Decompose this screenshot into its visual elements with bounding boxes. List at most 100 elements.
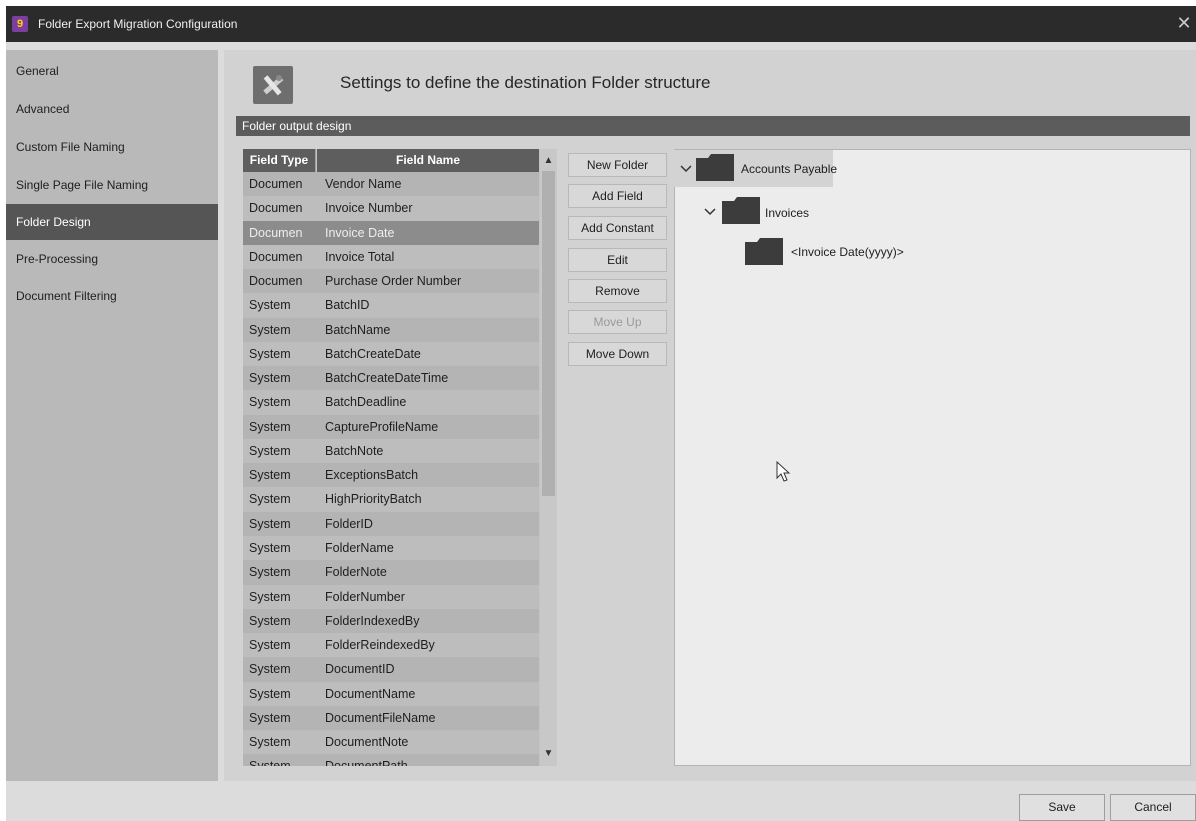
field-name-cell: DocumentID [325,662,395,677]
field-name-cell: BatchName [325,322,391,337]
field-type-cell: System [249,419,291,434]
field-type-cell: System [249,298,291,313]
tools-icon [253,66,293,104]
field-type-cell: System [249,468,291,483]
grid-rows: Documen Vendor Name Documen Invoice Number D… [243,172,539,766]
field-grid: Field Type Field Name Documen Vendor Name… [243,149,557,766]
add-field-button[interactable]: Add Field [568,184,667,208]
sidebar-item-pre-processing[interactable]: Pre-Processing [6,241,218,277]
field-type-cell: System [249,735,291,750]
table-row[interactable]: System DocumentPath [243,754,539,766]
table-row[interactable]: Documen Vendor Name [243,172,539,197]
scroll-thumb[interactable] [542,171,555,496]
table-row[interactable]: System FolderID [243,511,539,536]
field-type-cell: System [249,371,291,386]
edit-button[interactable]: Edit [568,248,667,272]
tree-node-invoice-date[interactable]: <Invoice Date(yyyy)> [745,235,965,272]
table-row[interactable]: System BatchCreateDateTime [243,366,539,391]
field-type-cell: System [249,565,291,580]
table-row[interactable]: System BatchCreateDate [243,341,539,367]
table-row[interactable]: System FolderReindexedBy [243,633,539,658]
tree-node-invoices[interactable]: Invoices [699,194,859,231]
close-icon[interactable]: ✕ [1174,12,1194,34]
table-row[interactable]: Documen Purchase Order Number [243,269,539,294]
table-row[interactable]: System FolderNote [243,560,539,585]
table-row[interactable]: System HighPriorityBatch [243,487,539,512]
sidebar-item-document-filtering[interactable]: Document Filtering [6,278,218,314]
sidebar-item-advanced[interactable]: Advanced [6,91,218,127]
field-name-cell: Invoice Number [325,201,413,216]
column-header-field-name[interactable]: Field Name [317,149,539,172]
column-header-field-type[interactable]: Field Type [243,149,316,172]
field-name-cell: BatchCreateDateTime [325,371,449,386]
field-type-cell: System [249,322,291,337]
field-name-cell: FolderNote [325,565,387,580]
field-name-cell: BatchNote [325,443,384,458]
table-row[interactable]: System BatchDeadline [243,390,539,415]
add-constant-button[interactable]: Add Constant [568,216,667,240]
move-up-button[interactable]: Move Up [568,310,667,334]
table-row[interactable]: System BatchID [243,293,539,318]
field-type-cell: Documen [249,225,303,240]
new-folder-button[interactable]: New Folder [568,153,667,177]
mouse-cursor-icon [776,461,791,482]
table-row[interactable]: System FolderName [243,535,539,561]
tree-node-label: Accounts Payable [741,162,838,176]
table-row[interactable]: System DocumentID [243,657,539,682]
field-type-cell: System [249,662,291,677]
field-name-cell: HighPriorityBatch [325,492,422,507]
field-type-cell: System [249,613,291,628]
table-row[interactable]: Documen Invoice Total [243,244,539,270]
table-row[interactable]: System ExceptionsBatch [243,463,539,488]
chevron-down-icon[interactable] [703,205,717,219]
remove-button[interactable]: Remove [568,279,667,303]
sidebar-item-folder-design[interactable]: Folder Design [6,204,218,240]
field-type-cell: Documen [249,201,303,216]
field-name-cell: FolderIndexedBy [325,613,420,628]
table-row[interactable]: System FolderNumber [243,584,539,609]
folder-icon [745,238,783,265]
table-row[interactable]: System BatchName [243,317,539,342]
sidebar-item-custom-file-naming[interactable]: Custom File Naming [6,129,218,165]
field-type-cell: System [249,516,291,531]
field-name-cell: FolderName [325,540,394,555]
table-row[interactable]: System DocumentFileName [243,705,539,731]
title-bar: 9 Folder Export Migration Configuration … [6,6,1196,42]
field-name-cell: BatchDeadline [325,395,407,410]
table-row[interactable]: System CaptureProfileName [243,414,539,439]
cancel-button[interactable]: Cancel [1110,794,1196,821]
field-name-cell: Invoice Total [325,249,395,264]
sidebar: General Advanced Custom File Naming Sing… [6,50,218,781]
field-name-cell: Vendor Name [325,177,402,191]
field-type-cell: System [249,443,291,458]
field-type-cell: System [249,638,291,653]
tree-node-accounts-payable[interactable]: Accounts Payable [669,150,837,187]
scroll-up-icon[interactable]: ▲ [540,152,557,169]
sidebar-item-general[interactable]: General [6,53,218,89]
scroll-down-icon[interactable]: ▼ [540,745,557,762]
field-name-cell: DocumentFileName [325,710,436,725]
main-panel: Settings to define the destination Folde… [224,50,1196,781]
folder-icon [696,154,734,181]
move-down-button[interactable]: Move Down [568,342,667,366]
chevron-down-icon[interactable] [679,162,693,176]
table-row[interactable]: System FolderIndexedBy [243,608,539,634]
table-row[interactable]: System DocumentNote [243,730,539,755]
save-button[interactable]: Save [1019,794,1105,821]
field-type-cell: System [249,346,291,361]
sidebar-item-single-page-file-naming[interactable]: Single Page File Naming [6,167,218,203]
table-row[interactable]: System DocumentName [243,681,539,706]
table-row[interactable]: Documen Invoice Date [243,220,539,245]
table-row[interactable]: Documen Invoice Number [243,196,539,221]
field-name-cell: CaptureProfileName [325,419,439,434]
field-name-cell: Purchase Order Number [325,274,462,289]
field-type-cell: System [249,395,291,410]
field-name-cell: FolderNumber [325,589,405,604]
vertical-scrollbar[interactable]: ▲ ▼ [540,149,557,766]
field-name-cell: Invoice Date [325,225,395,240]
table-row[interactable]: System BatchNote [243,438,539,464]
field-type-cell: Documen [249,274,303,289]
field-type-cell: Documen [249,177,303,191]
field-name-cell: ExceptionsBatch [325,468,419,483]
page-title: Settings to define the destination Folde… [340,73,711,92]
